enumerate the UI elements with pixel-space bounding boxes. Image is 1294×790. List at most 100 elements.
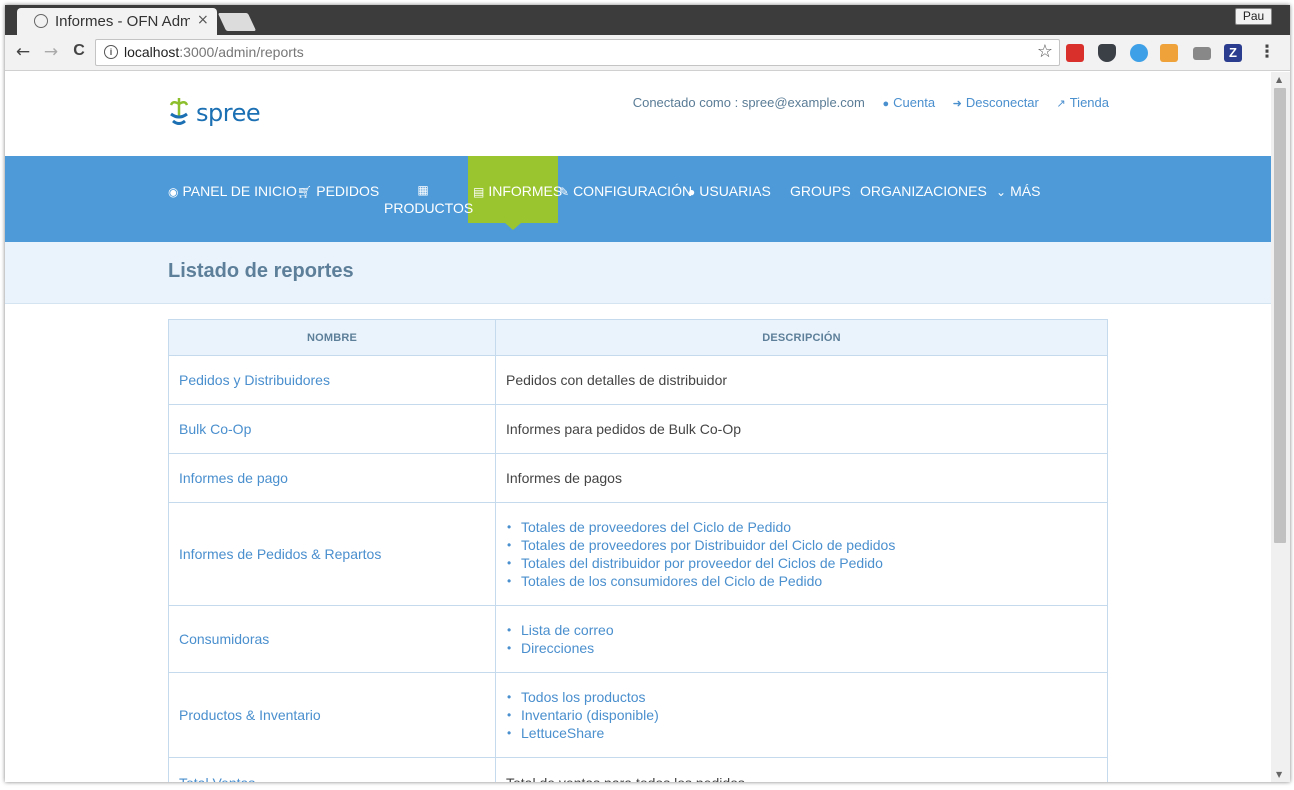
table-row: Informes de pago Informes de pagos: [168, 453, 1108, 503]
extension-icon[interactable]: [1066, 44, 1084, 62]
user-bar: Conectado como : spree@example.com ● Cuen…: [633, 95, 1109, 110]
new-tab-button[interactable]: [217, 13, 257, 31]
profile-button[interactable]: Pau: [1235, 8, 1272, 25]
zotero-icon[interactable]: Z: [1224, 44, 1242, 62]
subreport-link[interactable]: Totales de los consumidores del Ciclo de…: [507, 572, 1097, 590]
url-text: localhost:3000/admin/reports: [124, 44, 304, 60]
address-bar[interactable]: i localhost:3000/admin/reports ☆: [95, 39, 1060, 66]
pocket-icon[interactable]: [1098, 44, 1116, 62]
browser-toolbar: ← → C i localhost:3000/admin/reports ☆ Z…: [5, 35, 1290, 71]
nav-reports-label: INFORMES: [488, 183, 563, 199]
title-bar: Informes - OFN Adm × Pau: [5, 5, 1290, 35]
nav-configuration[interactable]: ✎ CONFIGURACIÓN: [559, 183, 692, 199]
bookmark-star-icon[interactable]: ☆: [1037, 41, 1053, 62]
table-row: Total Ventas Total de ventas para todos …: [168, 757, 1108, 782]
favicon-icon: [34, 14, 48, 28]
user-icon: ●: [882, 98, 890, 110]
logout-link[interactable]: ➜ Desconectar: [953, 95, 1039, 110]
table-row: Productos & Inventario Todos los product…: [168, 672, 1108, 758]
reports-table: NOMBRE DESCRIPCIÓN Pedidos y Distribuido…: [168, 319, 1108, 782]
chevron-down-icon: ⌄: [996, 185, 1007, 199]
report-name-link[interactable]: Bulk Co-Op: [168, 404, 496, 454]
report-description: Total de ventas para todos los pedidos: [495, 757, 1108, 782]
page-header: Listado de reportes: [5, 242, 1271, 304]
report-name-link[interactable]: Productos & Inventario: [168, 672, 496, 758]
tab-close-icon[interactable]: ×: [197, 12, 209, 28]
nav-dashboard-label: PANEL DE INICIO: [182, 183, 297, 199]
file-icon: ▤: [473, 185, 485, 199]
nav-orders-label: PEDIDOS: [316, 183, 380, 199]
nav-organizations[interactable]: ORGANIZACIONES: [860, 183, 987, 199]
subreport-list: Totales de proveedores del Ciclo de Pedi…: [506, 518, 1097, 590]
nav-dashboard[interactable]: ◉ PANEL DE INICIO: [168, 183, 297, 199]
report-name-link[interactable]: Informes de pago: [168, 453, 496, 503]
report-name-link[interactable]: Consumidoras: [168, 605, 496, 673]
nav-organizations-label: ORGANIZACIONES: [860, 183, 987, 199]
external-link-icon: ↗: [1056, 98, 1066, 110]
subreport-link[interactable]: LettuceShare: [507, 724, 1097, 742]
nav-users[interactable]: ● USUARIAS: [688, 183, 771, 199]
report-subreports: Lista de correo Direcciones: [495, 605, 1108, 673]
account-link[interactable]: ● Cuenta: [882, 95, 935, 110]
column-header-description: DESCRIPCIÓN: [495, 319, 1108, 356]
spree-logo-icon: [169, 98, 189, 125]
user-icon: ●: [688, 185, 696, 199]
store-link[interactable]: ↗ Tienda: [1057, 95, 1110, 110]
grid-icon: ▦: [417, 183, 429, 197]
extension-icon[interactable]: [1160, 44, 1178, 62]
table-row: Pedidos y Distribuidores Pedidos con det…: [168, 355, 1108, 405]
subreport-link[interactable]: Totales del distribuidor por proveedor d…: [507, 554, 1097, 572]
url-host: localhost: [124, 44, 180, 60]
subreport-link[interactable]: Lista de correo: [507, 621, 1097, 639]
menu-icon[interactable]: ⋮: [1257, 42, 1277, 62]
camera-icon[interactable]: [1193, 47, 1211, 60]
extension-icon[interactable]: [1130, 44, 1148, 62]
page-title: Listado de reportes: [168, 260, 354, 282]
forward-arrow-icon[interactable]: →: [41, 42, 61, 62]
scrollbar-thumb[interactable]: [1274, 88, 1286, 543]
subreport-link[interactable]: Inventario (disponible): [507, 706, 1097, 724]
cart-icon: 🛒︎: [297, 185, 313, 199]
nav-more-label: MÁS: [1010, 183, 1041, 199]
report-subreports: Totales de proveedores del Ciclo de Pedi…: [495, 502, 1108, 606]
report-name-link[interactable]: Total Ventas: [168, 757, 496, 782]
back-arrow-icon[interactable]: ←: [13, 42, 33, 62]
reload-icon[interactable]: C: [69, 42, 89, 60]
vertical-scrollbar[interactable]: ▲ ▼: [1271, 72, 1290, 782]
nav-groups-label: GROUPS: [790, 183, 851, 199]
nav-products-label: PRODUCTOS: [384, 200, 474, 216]
tab-title: Informes - OFN Adm: [55, 13, 190, 30]
nav-products[interactable]: ▦ PRODUCTOS: [384, 183, 473, 216]
logo-text: spree: [196, 99, 261, 127]
active-tab-caret: [505, 223, 521, 230]
report-name-link[interactable]: Informes de Pedidos & Repartos: [168, 502, 496, 606]
subreport-list: Lista de correo Direcciones: [506, 621, 1097, 657]
subreport-link[interactable]: Totales de proveedores por Distribuidor …: [507, 536, 1097, 554]
nav-reports[interactable]: ▤ INFORMES: [473, 183, 562, 199]
subreport-list: Todos los productos Inventario (disponib…: [506, 688, 1097, 742]
url-path: :3000/admin/reports: [179, 44, 304, 60]
scroll-up-arrow-icon[interactable]: ▲: [1276, 75, 1282, 84]
subreport-link[interactable]: Todos los productos: [507, 688, 1097, 706]
subreport-link[interactable]: Totales de proveedores del Ciclo de Pedi…: [507, 518, 1097, 536]
report-subreports: Todos los productos Inventario (disponib…: [495, 672, 1108, 758]
nav-users-label: USUARIAS: [699, 183, 771, 199]
page-content: spree Conectado como : spree@example.com…: [5, 72, 1271, 782]
browser-window: Informes - OFN Adm × Pau ← → C i localho…: [5, 5, 1290, 782]
browser-tab[interactable]: Informes - OFN Adm ×: [17, 8, 217, 35]
report-name-link[interactable]: Pedidos y Distribuidores: [168, 355, 496, 405]
table-row: Bulk Co-Op Informes para pedidos de Bulk…: [168, 404, 1108, 454]
report-description: Informes de pagos: [495, 453, 1108, 503]
nav-orders[interactable]: 🛒︎ PEDIDOS: [297, 183, 379, 199]
info-icon[interactable]: i: [104, 45, 118, 59]
nav-groups[interactable]: GROUPS: [790, 183, 851, 199]
subreport-link[interactable]: Direcciones: [507, 639, 1097, 657]
logged-in-label: Conectado como : spree@example.com: [632, 95, 865, 110]
table-row: Informes de Pedidos & Repartos Totales d…: [168, 502, 1108, 606]
sign-out-icon: ➜: [952, 98, 962, 110]
nav-more[interactable]: ⌄ MÁS: [996, 183, 1040, 199]
nav-configuration-label: CONFIGURACIÓN: [573, 183, 693, 199]
table-header-row: NOMBRE DESCRIPCIÓN: [168, 319, 1108, 356]
scroll-down-arrow-icon[interactable]: ▼: [1276, 770, 1282, 779]
table-row: Consumidoras Lista de correo Direcciones: [168, 605, 1108, 673]
